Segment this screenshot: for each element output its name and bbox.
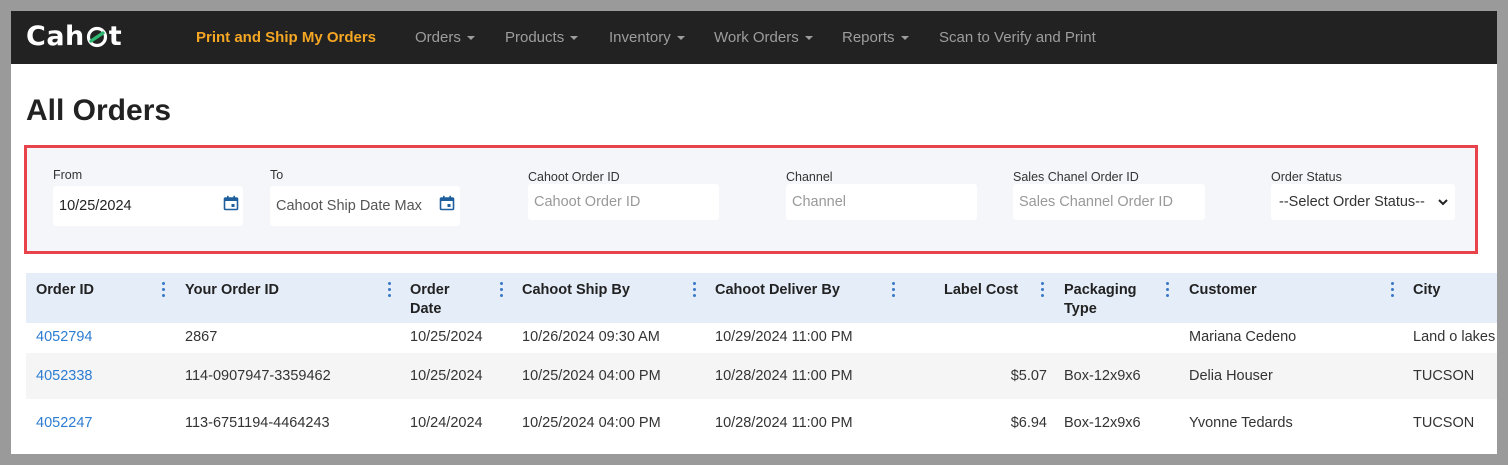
caret-down-icon <box>804 36 813 41</box>
order-status-label: Order Status <box>1271 170 1342 184</box>
header-order-id[interactable]: Order ID <box>36 281 94 300</box>
nav-products[interactable]: Products <box>505 11 579 64</box>
header-customer[interactable]: Customer <box>1189 281 1257 300</box>
nav-orders[interactable]: Orders <box>415 11 475 64</box>
caret-down-icon <box>570 36 579 41</box>
nav-reports[interactable]: Reports <box>842 11 909 64</box>
city-cell: Land o lakes <box>1413 329 1496 345</box>
caret-down-icon <box>676 36 685 41</box>
customer-cell: Mariana Cedeno <box>1189 329 1297 345</box>
chevron-down-icon <box>1438 199 1448 206</box>
channel-label: Channel <box>786 170 833 184</box>
caret-down-icon <box>466 36 475 41</box>
nav-products-label: Products <box>505 29 565 46</box>
packaging-type-cell: Box-12x9x6 <box>1064 415 1141 431</box>
cahoot-order-id-input[interactable]: Cahoot Order ID <box>528 184 719 220</box>
nav-inventory[interactable]: Inventory <box>609 11 685 64</box>
order-id-link[interactable]: 4052794 <box>36 329 92 345</box>
ship-by-cell: 10/25/2024 04:00 PM <box>522 368 661 384</box>
app-window: Cah t Print and Ship My Orders Orders Pr… <box>11 11 1497 454</box>
table-row: 4052338 114-0907947-3359462 10/25/2024 1… <box>26 353 1497 399</box>
nav-work-orders[interactable]: Work Orders <box>714 11 813 64</box>
nav-scan-verify[interactable]: Scan to Verify and Print <box>939 11 1096 64</box>
filter-panel: From 10/25/2024 To Cahoot Ship Date Max … <box>24 145 1478 254</box>
cahoot-logo[interactable]: Cah t <box>26 20 122 54</box>
to-label: To <box>270 168 284 182</box>
nav-work-orders-label: Work Orders <box>714 29 799 46</box>
caret-down-icon <box>900 36 909 41</box>
table-header: Order ID Your Order ID Order Date Cahoot… <box>26 273 1497 323</box>
order-status-select[interactable]: --Select Order Status-- <box>1271 184 1455 220</box>
header-city[interactable]: City <box>1413 281 1440 300</box>
logo-text-start: Cah <box>26 21 85 52</box>
deliver-by-cell: 10/28/2024 11:00 PM <box>715 415 853 431</box>
page-title: All Orders <box>26 94 172 127</box>
order-date-cell: 10/25/2024 <box>410 329 483 345</box>
logo-ring-icon <box>86 26 107 48</box>
ship-by-cell: 10/25/2024 04:00 PM <box>522 415 661 431</box>
deliver-by-cell: 10/28/2024 11:00 PM <box>715 368 853 384</box>
cahoot-order-id-label: Cahoot Order ID <box>528 170 620 184</box>
order-id-link[interactable]: 4052338 <box>36 368 92 384</box>
kebab-menu-icon[interactable] <box>1166 282 1170 298</box>
header-order-date[interactable]: Order Date <box>410 281 470 319</box>
customer-cell: Delia Houser <box>1189 368 1273 384</box>
calendar-icon[interactable] <box>223 195 239 211</box>
kebab-menu-icon[interactable] <box>1041 282 1045 298</box>
top-navbar: Cah t Print and Ship My Orders Orders Pr… <box>11 11 1497 64</box>
from-date-input[interactable]: 10/25/2024 <box>53 186 243 226</box>
header-cahoot-deliver-by[interactable]: Cahoot Deliver By <box>715 281 840 300</box>
ship-by-cell: 10/26/2024 09:30 AM <box>522 329 660 345</box>
kebab-menu-icon[interactable] <box>500 282 504 298</box>
sales-channel-order-id-label: Sales Chanel Order ID <box>1013 170 1139 184</box>
kebab-menu-icon[interactable] <box>892 282 896 298</box>
nav-inventory-label: Inventory <box>609 29 671 46</box>
nav-orders-label: Orders <box>415 29 461 46</box>
sales-channel-order-id-input[interactable]: Sales Channel Order ID <box>1013 184 1205 220</box>
city-cell: TUCSON <box>1413 415 1475 431</box>
calendar-icon[interactable] <box>439 195 455 211</box>
header-cahoot-ship-by[interactable]: Cahoot Ship By <box>522 281 630 300</box>
channel-input[interactable]: Channel <box>786 184 977 220</box>
header-label-cost[interactable]: Label Cost <box>944 281 1018 300</box>
customer-cell: Yvonne Tedards <box>1189 415 1293 431</box>
label-cost-cell: $5.07 <box>1010 368 1047 384</box>
header-packaging-type[interactable]: Packaging Type <box>1064 281 1154 319</box>
nav-print-ship[interactable]: Print and Ship My Orders <box>196 11 376 64</box>
kebab-menu-icon[interactable] <box>162 282 166 298</box>
packaging-type-cell: Box-12x9x6 <box>1064 368 1141 384</box>
kebab-menu-icon[interactable] <box>388 282 392 298</box>
order-date-cell: 10/24/2024 <box>410 415 483 431</box>
order-date-cell: 10/25/2024 <box>410 368 483 384</box>
city-cell: TUCSON <box>1413 368 1475 384</box>
deliver-by-cell: 10/29/2024 11:00 PM <box>715 329 853 345</box>
kebab-menu-icon[interactable] <box>693 282 697 298</box>
logo-text-end: t <box>108 21 123 52</box>
order-id-link[interactable]: 4052247 <box>36 415 92 431</box>
your-order-id-cell: 114-0907947-3359462 <box>185 368 331 384</box>
table-row: 4052794 2867 10/25/2024 10/26/2024 09:30… <box>26 323 1497 353</box>
header-your-order-id[interactable]: Your Order ID <box>185 281 279 300</box>
table-row: 4052247 113-6751194-4464243 10/24/2024 1… <box>26 399 1497 445</box>
nav-reports-label: Reports <box>842 29 895 46</box>
your-order-id-cell: 2867 <box>185 329 218 345</box>
from-label: From <box>53 168 83 182</box>
your-order-id-cell: 113-6751194-4464243 <box>185 415 330 431</box>
order-status-value: --Select Order Status-- <box>1279 194 1425 210</box>
kebab-menu-icon[interactable] <box>1391 282 1395 298</box>
label-cost-cell: $6.94 <box>1010 415 1047 431</box>
to-date-input[interactable]: Cahoot Ship Date Max <box>270 186 460 226</box>
